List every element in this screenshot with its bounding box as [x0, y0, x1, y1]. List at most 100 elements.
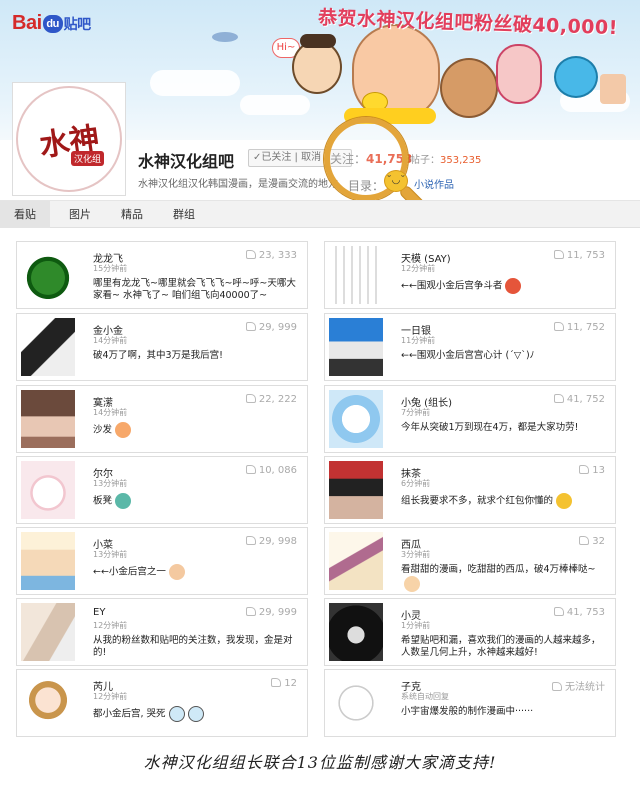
avatar-manga-boy	[21, 318, 75, 376]
cat-emoji-icon	[115, 493, 132, 509]
post-text-content: 看甜甜的漫画，吃甜甜的西瓜，破4万棒棒哒~	[401, 564, 596, 575]
cartoon-girl-sunglasses	[496, 44, 542, 104]
post-card[interactable]: 子克 系统自动回复 无法统计 小宇宙爆发般的制作漫画中······	[324, 669, 616, 737]
like-count: 11, 753	[566, 250, 605, 261]
post-card[interactable]: 芮儿 12分钟前 12 都小金后宫, 哭死	[16, 669, 308, 737]
cartoon-hair	[300, 34, 336, 48]
avatar-seal-frame: 水神 汉化组	[16, 86, 122, 192]
post-author[interactable]: EY	[93, 607, 105, 618]
like-button[interactable]: 13	[579, 465, 605, 476]
forum-avatar[interactable]: 水神 汉化组	[12, 82, 126, 196]
avatar-elegant-girl	[329, 532, 383, 590]
post-text: 组长我要求不多，就求个红包你懂的	[401, 493, 607, 509]
like-count: 41, 752	[566, 394, 605, 405]
post-text-content: ←←小金后宫之一	[93, 566, 166, 578]
fox-emoji-icon	[505, 278, 522, 294]
post-card[interactable]: 西瓜 3分钟前 32 看甜甜的漫画，吃甜甜的西瓜，破4万棒棒哒~	[324, 527, 616, 595]
post-card[interactable]: 尔尔 13分钟前 10, 086 板凳	[16, 456, 308, 524]
cartoon-character-glasses	[292, 40, 342, 94]
like-button[interactable]: 12	[271, 678, 297, 689]
post-text-content: 沙发	[93, 424, 113, 436]
crying-emoji-icon	[168, 706, 185, 722]
thumbs-up-icon	[245, 250, 256, 259]
thumbs-up-icon	[552, 682, 562, 691]
post-card[interactable]: EY 12分钟前 29, 999 从我的粉丝数和贴吧的关注数，我发现，金是对的!	[16, 598, 308, 666]
like-count: 13	[592, 465, 605, 476]
blush-emoji-icon	[168, 564, 185, 580]
like-count: 29, 999	[258, 607, 297, 618]
cartoon-blue-creature	[554, 56, 598, 98]
post-text: 小宇宙爆发般的制作漫画中······	[401, 706, 534, 717]
post-time: 7分钟前	[401, 408, 431, 417]
logo-text: Bai	[12, 12, 42, 34]
avatar-dark-hair-girl	[329, 461, 383, 519]
avatar-chibi-girl	[21, 674, 75, 732]
like-button[interactable]: 32	[579, 536, 605, 547]
like-count: 11, 752	[566, 322, 605, 333]
like-button[interactable]: 23, 333	[245, 250, 297, 261]
post-time: 12分钟前	[93, 621, 128, 630]
posts-count: 353,235	[440, 155, 482, 166]
post-time: 15分钟前	[93, 264, 128, 273]
post-time: 14分钟前	[93, 336, 128, 345]
cartoon-box	[600, 74, 626, 104]
like-button[interactable]: 无法统计	[552, 678, 605, 693]
post-card[interactable]: 小兔 (组长) 7分钟前 41, 752 今年从突破1万到现在4万，都是大家功劳…	[324, 385, 616, 453]
post-card[interactable]: 寞潆 14分钟前 22, 222 沙发	[16, 385, 308, 453]
catalog-link[interactable]: 小说作品	[414, 176, 454, 191]
avatar-blue-bunny	[329, 390, 383, 448]
like-button[interactable]: 41, 753	[553, 607, 605, 618]
avatar-sketch-character	[329, 674, 383, 732]
like-button[interactable]: 11, 753	[553, 250, 605, 261]
post-text: 破4万了啊，其中3万是我后宫!	[93, 350, 223, 361]
post-card[interactable]: 天模 (SAY) 12分钟前 11, 753 ←←围观小金后宫争斗者	[324, 241, 616, 309]
post-text: 板凳	[93, 493, 299, 509]
like-count: 无法统计	[565, 682, 605, 693]
forum-name[interactable]: 水神汉化组吧	[138, 148, 234, 172]
tab-featured[interactable]: 精品	[108, 201, 156, 228]
forum-description: 水神汉化组汉化韩国漫画，是漫画交流的地方	[138, 179, 338, 190]
like-button[interactable]: 29, 999	[245, 322, 297, 333]
forum-tabs: 看贴 图片 精品 群组	[0, 200, 640, 228]
like-button[interactable]: 11, 752	[553, 322, 605, 333]
like-count: 29, 998	[258, 536, 297, 547]
post-card[interactable]: 抹茶 6分钟前 13 组长我要求不多，就求个红包你懂的	[324, 456, 616, 524]
post-text-content: 都小金后宫, 哭死	[93, 708, 166, 720]
logo-tieba: 贴吧	[63, 16, 92, 32]
post-time: 14分钟前	[93, 408, 128, 417]
avatar-blue-hair	[329, 318, 383, 376]
avatar-dark-portrait	[329, 603, 383, 661]
like-button[interactable]: 41, 752	[553, 394, 605, 405]
fox-emoji-icon	[115, 422, 132, 438]
post-text: 都小金后宫, 哭死	[93, 706, 299, 722]
thumbs-up-icon	[579, 536, 590, 545]
post-text-content: 板凳	[93, 495, 113, 507]
post-text-content: 组长我要求不多，就求个红包你懂的	[401, 495, 554, 507]
tab-groups[interactable]: 群组	[160, 201, 208, 228]
like-button[interactable]: 10, 086	[245, 465, 297, 476]
post-card[interactable]: 小菜 13分钟前 29, 998 ←←小金后宫之一	[16, 527, 308, 595]
post-card[interactable]: 小灵 1分钟前 41, 753 希望贴吧和漏，喜欢我们的漫画的人越来越多，人数呈…	[324, 598, 616, 666]
post-text: ←←小金后宫之一	[93, 564, 299, 580]
like-button[interactable]: 22, 222	[245, 394, 297, 405]
post-text: 今年从突破1万到现在4万，都是大家功劳!	[401, 422, 579, 433]
thumbs-up-icon	[553, 394, 564, 403]
post-card[interactable]: 金小金 14分钟前 29, 999 破4万了啊，其中3万是我后宫!	[16, 313, 308, 381]
thumbs-up-icon	[553, 607, 564, 616]
post-time: 12分钟前	[401, 264, 436, 273]
cloud-decoration	[240, 95, 310, 115]
post-time: 12分钟前	[93, 692, 128, 701]
like-button[interactable]: 29, 999	[245, 607, 297, 618]
tab-images[interactable]: 图片	[56, 201, 104, 228]
tab-posts[interactable]: 看贴	[0, 201, 50, 228]
cartoon-bear	[440, 58, 498, 118]
post-card[interactable]: 一日银 11分钟前 11, 752 ←←围观小金后宫宫心计 (´▽`)ﾉ	[324, 313, 616, 381]
post-time: 1分钟前	[401, 621, 431, 630]
post-card[interactable]: 龙龙飞 15分钟前 23, 333 哪里有龙龙飞~哪里就会飞飞飞~呼~呼~天哪大…	[16, 241, 308, 309]
post-text: ←←围观小金后宫争斗者	[401, 278, 607, 294]
post-time: 3分钟前	[401, 550, 431, 559]
avatar-sub-label: 汉化组	[70, 151, 104, 166]
baidu-tieba-logo[interactable]: Bai du 贴吧	[12, 12, 91, 35]
like-button[interactable]: 29, 998	[245, 536, 297, 547]
thumbs-up-icon	[271, 678, 282, 687]
